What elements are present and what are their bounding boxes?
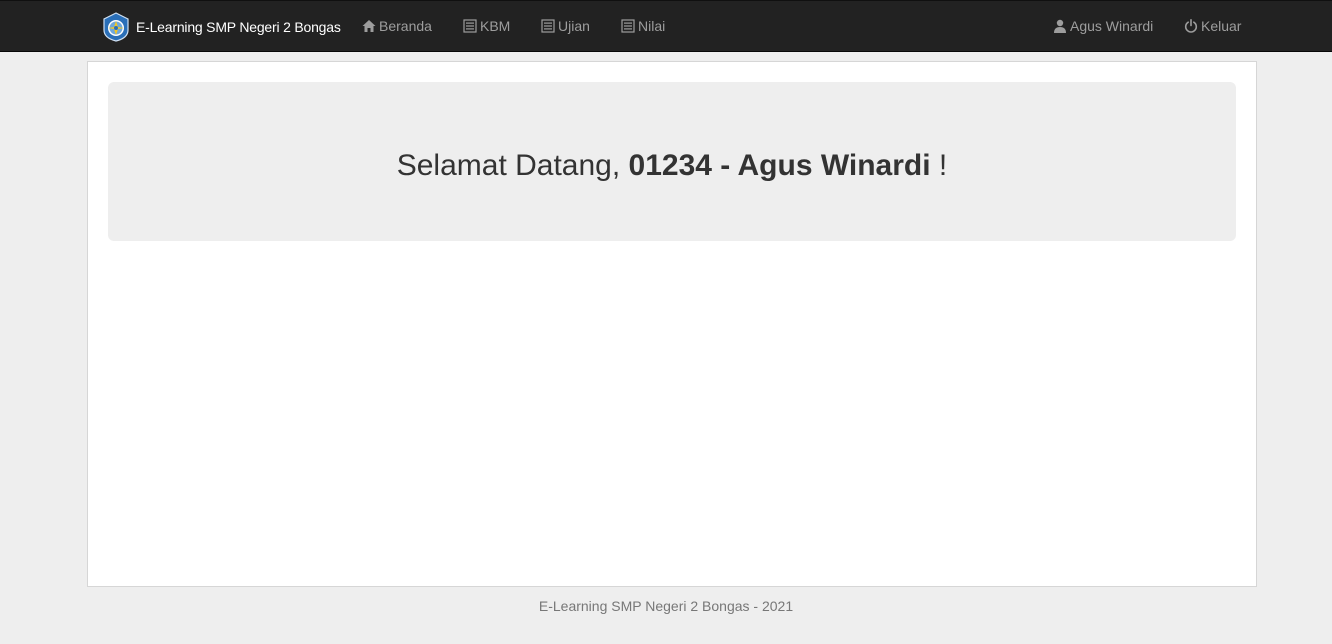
top-navbar: E-Learning SMP Negeri 2 Bongas Beranda K… bbox=[0, 0, 1332, 52]
nav-item-nilai[interactable]: Nilai bbox=[621, 16, 665, 36]
home-icon bbox=[362, 19, 376, 33]
nav-item-kbm[interactable]: KBM bbox=[463, 16, 510, 36]
list-icon bbox=[463, 19, 477, 33]
school-logo-icon bbox=[101, 12, 131, 42]
power-icon bbox=[1184, 19, 1198, 33]
list-icon bbox=[621, 19, 635, 33]
welcome-prefix: Selamat Datang, bbox=[396, 148, 629, 182]
list-icon bbox=[541, 19, 555, 33]
nav-item-ujian[interactable]: Ujian bbox=[541, 16, 590, 36]
nav-item-label: Nilai bbox=[638, 18, 666, 34]
main-panel: Selamat Datang, 01234 - Agus Winardi ! bbox=[87, 61, 1257, 587]
logout-label: Keluar bbox=[1201, 18, 1242, 34]
welcome-heading: Selamat Datang, 01234 - Agus Winardi ! bbox=[397, 149, 948, 183]
welcome-jumbotron: Selamat Datang, 01234 - Agus Winardi ! bbox=[108, 82, 1236, 241]
user-name-label: Agus Winardi bbox=[1070, 18, 1154, 34]
logout-link[interactable]: Keluar bbox=[1184, 16, 1241, 36]
user-icon bbox=[1053, 19, 1067, 33]
nav-item-beranda[interactable]: Beranda bbox=[362, 16, 432, 36]
nav-item-user[interactable]: Agus Winardi bbox=[1053, 16, 1153, 36]
brand-link[interactable]: E-Learning SMP Negeri 2 Bongas bbox=[101, 11, 341, 43]
nav-item-label: Beranda bbox=[379, 18, 432, 34]
nav-item-label: KBM bbox=[480, 18, 511, 34]
footer-text: E-Learning SMP Negeri 2 Bongas - 2021 bbox=[538, 598, 794, 614]
nav-item-label: Ujian bbox=[558, 18, 590, 34]
brand-text: E-Learning SMP Negeri 2 Bongas bbox=[136, 19, 341, 35]
welcome-suffix: ! bbox=[930, 148, 948, 182]
welcome-user-name: 01234 - Agus Winardi bbox=[628, 148, 931, 182]
